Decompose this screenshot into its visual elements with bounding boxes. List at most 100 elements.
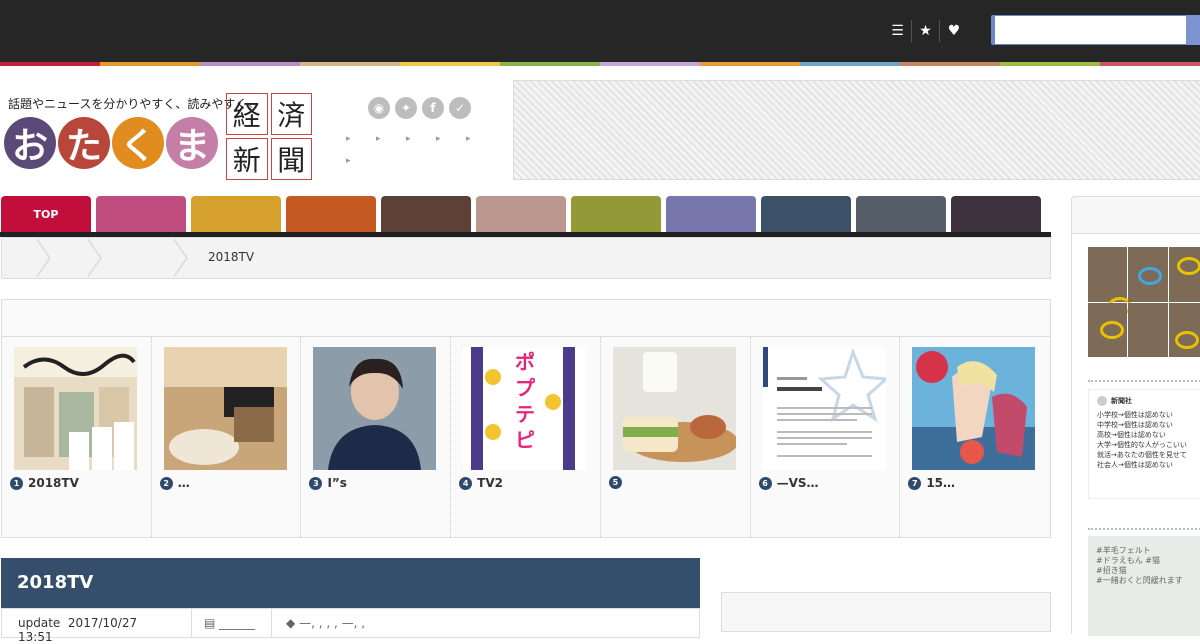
ranking-item-4[interactable]: ポ プ テ ピ 4 TV2 xyxy=(451,337,601,537)
embedded-tweet[interactable]: 新聞社 小学校→個性は認めない 中学校→個性は認めない 高校→個性は認めない 大… xyxy=(1088,389,1200,499)
rank-badge-3: 3 xyxy=(309,476,323,490)
divider xyxy=(1088,528,1200,530)
tab-category-10[interactable] xyxy=(951,196,1041,232)
ranking-item-7[interactable]: 7 15… xyxy=(900,337,1050,537)
logo-kanji-1: 経 xyxy=(226,93,268,135)
ranking-thumb-7[interactable] xyxy=(912,347,1036,470)
color-strip-segment xyxy=(100,62,200,66)
logo-char-3: く xyxy=(112,117,164,169)
social-links: ◉ ✦ f ✓ xyxy=(368,97,471,119)
tab-top[interactable]: TOP xyxy=(1,196,91,232)
ranking-thumb-4[interactable]: ポ プ テ ピ xyxy=(463,347,587,470)
article-category[interactable]: ▤ ______ xyxy=(192,609,272,637)
category-label[interactable]: ______ xyxy=(219,616,255,630)
sidebar-box xyxy=(721,592,1051,632)
star-icon[interactable]: ★ xyxy=(912,20,940,42)
folder-icon: ▤ xyxy=(204,616,216,630)
game-artwork-image xyxy=(912,347,1036,470)
header-link-5[interactable]: ▸ xyxy=(466,134,496,148)
ranking-thumb-6[interactable] xyxy=(762,347,886,470)
feedly-icon[interactable]: ✓ xyxy=(449,97,471,119)
ranking-label-6[interactable]: 6 —VS… xyxy=(758,476,819,490)
caption-line-4: #一緒おくと閃緩れます xyxy=(1096,576,1183,585)
tab-category-2[interactable] xyxy=(191,196,281,232)
logo-kanji: 経 済 新 聞 xyxy=(226,93,312,180)
tab-category-1[interactable] xyxy=(96,196,186,232)
ad-banner[interactable] xyxy=(513,80,1200,180)
tab-category-5[interactable] xyxy=(476,196,566,232)
ranking-item-6[interactable]: 6 —VS… xyxy=(751,337,901,537)
category-nav: TOP xyxy=(1,196,1041,232)
sidebar-image-1[interactable] xyxy=(1088,247,1200,357)
tweet-author: 新聞社 xyxy=(1111,397,1132,405)
rank-badge-4: 4 xyxy=(459,476,473,490)
sidebar-header xyxy=(1071,196,1200,234)
header-link-6[interactable]: ▸ xyxy=(346,156,376,170)
search-button[interactable] xyxy=(1186,15,1200,45)
header-link-3[interactable]: ▸ xyxy=(406,134,436,148)
heart-icon[interactable]: ♥ xyxy=(940,20,968,42)
breadcrumb: 2018TV xyxy=(1,237,1051,279)
ranking-item-5[interactable]: 5 xyxy=(601,337,751,537)
header-link-4[interactable]: ▸ xyxy=(436,134,466,148)
manga-cover-image xyxy=(14,347,137,470)
rank-badge-1: 1 xyxy=(10,476,23,490)
breadcrumb-current: 2018TV xyxy=(208,250,255,264)
search-input[interactable] xyxy=(991,15,1187,45)
ranking-label-7[interactable]: 7 15… xyxy=(908,476,955,490)
color-strip-segment xyxy=(400,62,500,66)
tab-category-6[interactable] xyxy=(571,196,661,232)
rss-icon[interactable]: ◉ xyxy=(368,97,390,119)
tab-category-4[interactable] xyxy=(381,196,471,232)
tweet-line-4: 大学→個性的な人がっこいい xyxy=(1097,441,1187,449)
ranking-title-4: TV2 xyxy=(477,476,503,490)
logo-kanji-3: 新 xyxy=(226,138,268,180)
ranking-item-1[interactable]: 1 2018TV xyxy=(2,337,152,537)
svg-text:ポ: ポ xyxy=(515,350,535,374)
ranking-thumb-3[interactable] xyxy=(313,347,437,470)
logo-char-1: お xyxy=(4,117,56,169)
ranking-label-1[interactable]: 1 2018TV xyxy=(10,476,79,490)
tab-category-7[interactable] xyxy=(666,196,756,232)
tweet-line-3: 高校→個性は認めない xyxy=(1097,431,1166,439)
tab-category-8[interactable] xyxy=(761,196,851,232)
ranking-item-2[interactable]: 2… xyxy=(152,337,302,537)
list-icon[interactable]: ☰ xyxy=(884,20,912,42)
tweet-line-6: 社会人→個性は認めない xyxy=(1097,461,1173,469)
color-strip-segment xyxy=(900,62,1000,66)
ranking-thumb-2[interactable] xyxy=(163,347,287,470)
twitter-icon[interactable]: ✦ xyxy=(395,97,417,119)
ranking-thumb-1[interactable] xyxy=(14,347,137,470)
portrait-photo-image xyxy=(313,347,437,470)
color-strip-segment xyxy=(500,62,600,66)
article-tags[interactable]: ◆ —, , , , —, , xyxy=(272,609,379,637)
ranking-list: 1 2018TV 2… 3 I”s ポ プ テ ピ 4 TV2 5 6 —VS…… xyxy=(1,337,1051,538)
site-logo[interactable]: お た く ま xyxy=(4,117,218,169)
ranking-thumb-5[interactable] xyxy=(612,347,736,470)
sidebar-image-caption: #羊毛フェルト #ドラえもん #猫 #招き猫 #一緒おくと閃緩れます xyxy=(1088,536,1200,596)
tag-list[interactable]: —, , , , —, , xyxy=(299,616,365,630)
site-tagline: 話題やニュースを分かりやすく、読みやすく。 xyxy=(8,97,260,111)
sidebar-image-2[interactable]: #羊毛フェルト #ドラえもん #猫 #招き猫 #一緒おくと閃緩れます xyxy=(1088,536,1200,636)
ranking-label-3[interactable]: 3 I”s xyxy=(309,476,347,490)
header-link-1[interactable]: ▸ xyxy=(346,134,376,148)
grid-cell xyxy=(1088,247,1132,315)
logo-char-2: た xyxy=(58,117,110,169)
logo-kanji-4: 聞 xyxy=(270,138,312,180)
ranking-label-5[interactable]: 5 xyxy=(608,476,627,489)
facebook-icon[interactable]: f xyxy=(422,97,444,119)
grid-cell xyxy=(1128,302,1168,357)
tab-category-3[interactable] xyxy=(286,196,376,232)
svg-text:テ: テ xyxy=(515,402,535,426)
header-link-2[interactable]: ▸ xyxy=(376,134,406,148)
tweet-line-2: 中学校→個性は認めない xyxy=(1097,421,1173,429)
ranking-label-4[interactable]: 4 TV2 xyxy=(459,476,503,490)
caption-line-2: #ドラえもん #猫 xyxy=(1096,556,1160,565)
tab-category-9[interactable] xyxy=(856,196,946,232)
article-title: 2018TV xyxy=(1,558,700,608)
ranking-item-3[interactable]: 3 I”s xyxy=(301,337,452,537)
color-strip-segment xyxy=(800,62,900,66)
ranking-label-2[interactable]: 2… xyxy=(159,476,190,490)
tweet-header: 新聞社 xyxy=(1097,396,1199,406)
svg-text:ピ: ピ xyxy=(515,428,535,452)
